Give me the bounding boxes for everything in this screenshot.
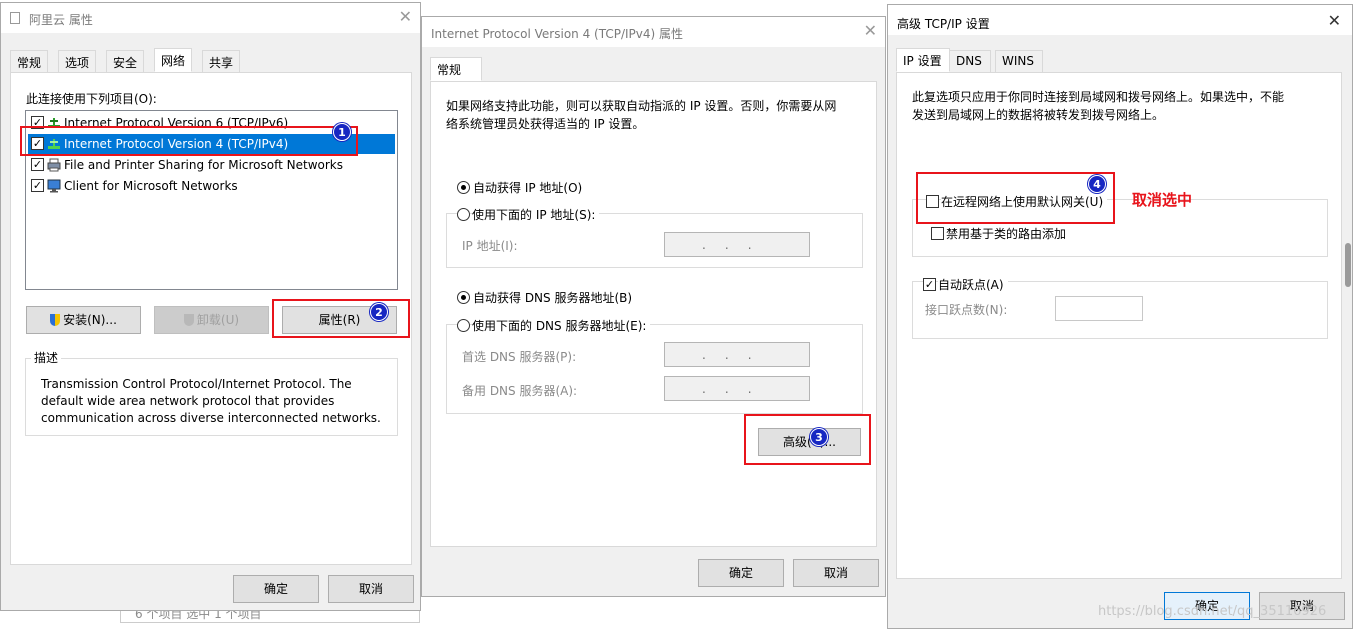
printer-icon [47,158,61,172]
step-badge-2: 2 [370,303,388,321]
scrollbar-thumb[interactable] [1345,243,1351,287]
auto-dns-radio[interactable] [457,291,470,304]
manual-ip-label[interactable]: 使用下面的 IP 地址(S): [472,206,600,223]
class-route-label[interactable]: 禁用基于类的路由添加 [946,225,1066,242]
auto-metric-checkbox[interactable]: ✓ [923,278,936,291]
watermark-text: https://blog.csdn.net/qq_35116926 [1098,604,1327,619]
close-icon[interactable]: ✕ [399,8,412,26]
tab-panel [430,81,877,547]
preferred-dns-dots: . . . [702,348,752,362]
titlebar: 高级 TCP/IP 设置 ✕ [888,5,1352,35]
window-title: Internet Protocol Version 4 (TCP/IPv4) 属… [431,27,684,41]
advanced-tcpip-dialog: 高级 TCP/IP 设置 ✕ DNS WINS IP 设置 此复选项只应用于你同… [887,4,1353,629]
auto-ip-radio[interactable] [457,181,470,194]
intro-text: 如果网络支持此功能，则可以获取自动指派的 IP 设置。否则，你需要从网络系统管理… [446,99,837,131]
install-label: 安装(N)... [63,313,117,327]
tab-network[interactable]: 网络 [154,48,193,72]
preferred-dns-field[interactable]: . . . [664,342,810,367]
uninstall-label: 卸载(U) [196,313,240,327]
manual-dns-label[interactable]: 使用下面的 DNS 服务器地址(E): [472,317,651,334]
ip-address-dots: . . . [702,238,752,252]
titlebar: Internet Protocol Version 4 (TCP/IPv4) 属… [422,17,885,47]
interface-metric-field[interactable] [1055,296,1143,321]
checkbox[interactable]: ✓ [31,179,44,192]
install-button[interactable]: 安装(N)... [26,306,141,334]
titlebar: 阿里云 属性 ✕ [1,3,420,33]
manual-ip-radio[interactable] [457,208,470,221]
step-badge-1: 1 [333,123,351,141]
manual-dns-radio[interactable] [457,319,470,332]
interface-metric-label: 接口跃点数(N): [925,303,1008,317]
auto-metric-label[interactable]: 自动跃点(A) [938,276,1008,293]
tab-wins[interactable]: WINS [995,50,1043,72]
highlight-ipv4-item [20,126,358,156]
tab-security[interactable]: 安全 [106,50,145,72]
auto-dns-label[interactable]: 自动获得 DNS 服务器地址(B) [473,289,632,306]
tab-general[interactable]: 常规 [430,57,482,81]
intro-text: 此复选项只应用于你同时连接到局域网和拨号网络上。如果选中，不能发送到局域网上的数… [912,90,1285,122]
highlight-default-gateway [916,172,1115,224]
item-label: File and Printer Sharing for Microsoft N… [64,158,343,172]
shield-icon [50,314,61,326]
highlight-properties-button [272,299,410,338]
client-computer-icon [47,179,61,193]
ipv4-properties-dialog: Internet Protocol Version 4 (TCP/IPv4) 属… [421,16,886,597]
close-icon[interactable]: ✕ [864,22,877,40]
auto-ip-label[interactable]: 自动获得 IP 地址(O) [473,179,582,196]
close-icon[interactable]: ✕ [1328,12,1341,30]
tab-sharing[interactable]: 共享 [202,50,241,72]
description-text: Transmission Control Protocol/Internet P… [41,377,381,425]
uncheck-annotation: 取消选中 [1132,191,1193,209]
preferred-dns-label: 首选 DNS 服务器(P): [462,350,577,364]
app-icon [10,12,20,24]
items-label: 此连接使用下列项目(O): [26,92,157,106]
window-title: 阿里云 属性 [29,13,93,27]
step-badge-4: 4 [1088,175,1106,193]
ok-button[interactable]: 确定 [233,575,319,603]
alternate-dns-dots: . . . [702,382,752,396]
cancel-button[interactable]: 取消 [328,575,414,603]
tab-general[interactable]: 常规 [10,50,49,72]
description-heading: 描述 [31,349,62,366]
ip-address-label: IP 地址(I): [462,239,518,253]
uninstall-button[interactable]: 卸载(U) [154,306,269,334]
alternate-dns-field[interactable]: . . . [664,376,810,401]
window-title: 高级 TCP/IP 设置 [897,17,990,31]
cancel-button[interactable]: 取消 [793,559,879,587]
highlight-advanced-button [744,414,871,465]
tab-options[interactable]: 选项 [58,50,97,72]
tab-dns[interactable]: DNS [949,50,991,72]
ok-button[interactable]: 确定 [698,559,784,587]
ip-address-field[interactable]: . . . [664,232,810,257]
list-item[interactable]: ✓ Client for Microsoft Networks [28,176,395,196]
class-route-checkbox[interactable] [931,227,944,240]
checkbox[interactable]: ✓ [31,158,44,171]
list-item[interactable]: ✓ File and Printer Sharing for Microsoft… [28,155,395,175]
tab-ip-settings[interactable]: IP 设置 [896,48,950,72]
item-label: Client for Microsoft Networks [64,179,238,193]
alternate-dns-label: 备用 DNS 服务器(A): [462,384,578,398]
shield-icon [183,314,194,326]
step-badge-3: 3 [810,428,828,446]
